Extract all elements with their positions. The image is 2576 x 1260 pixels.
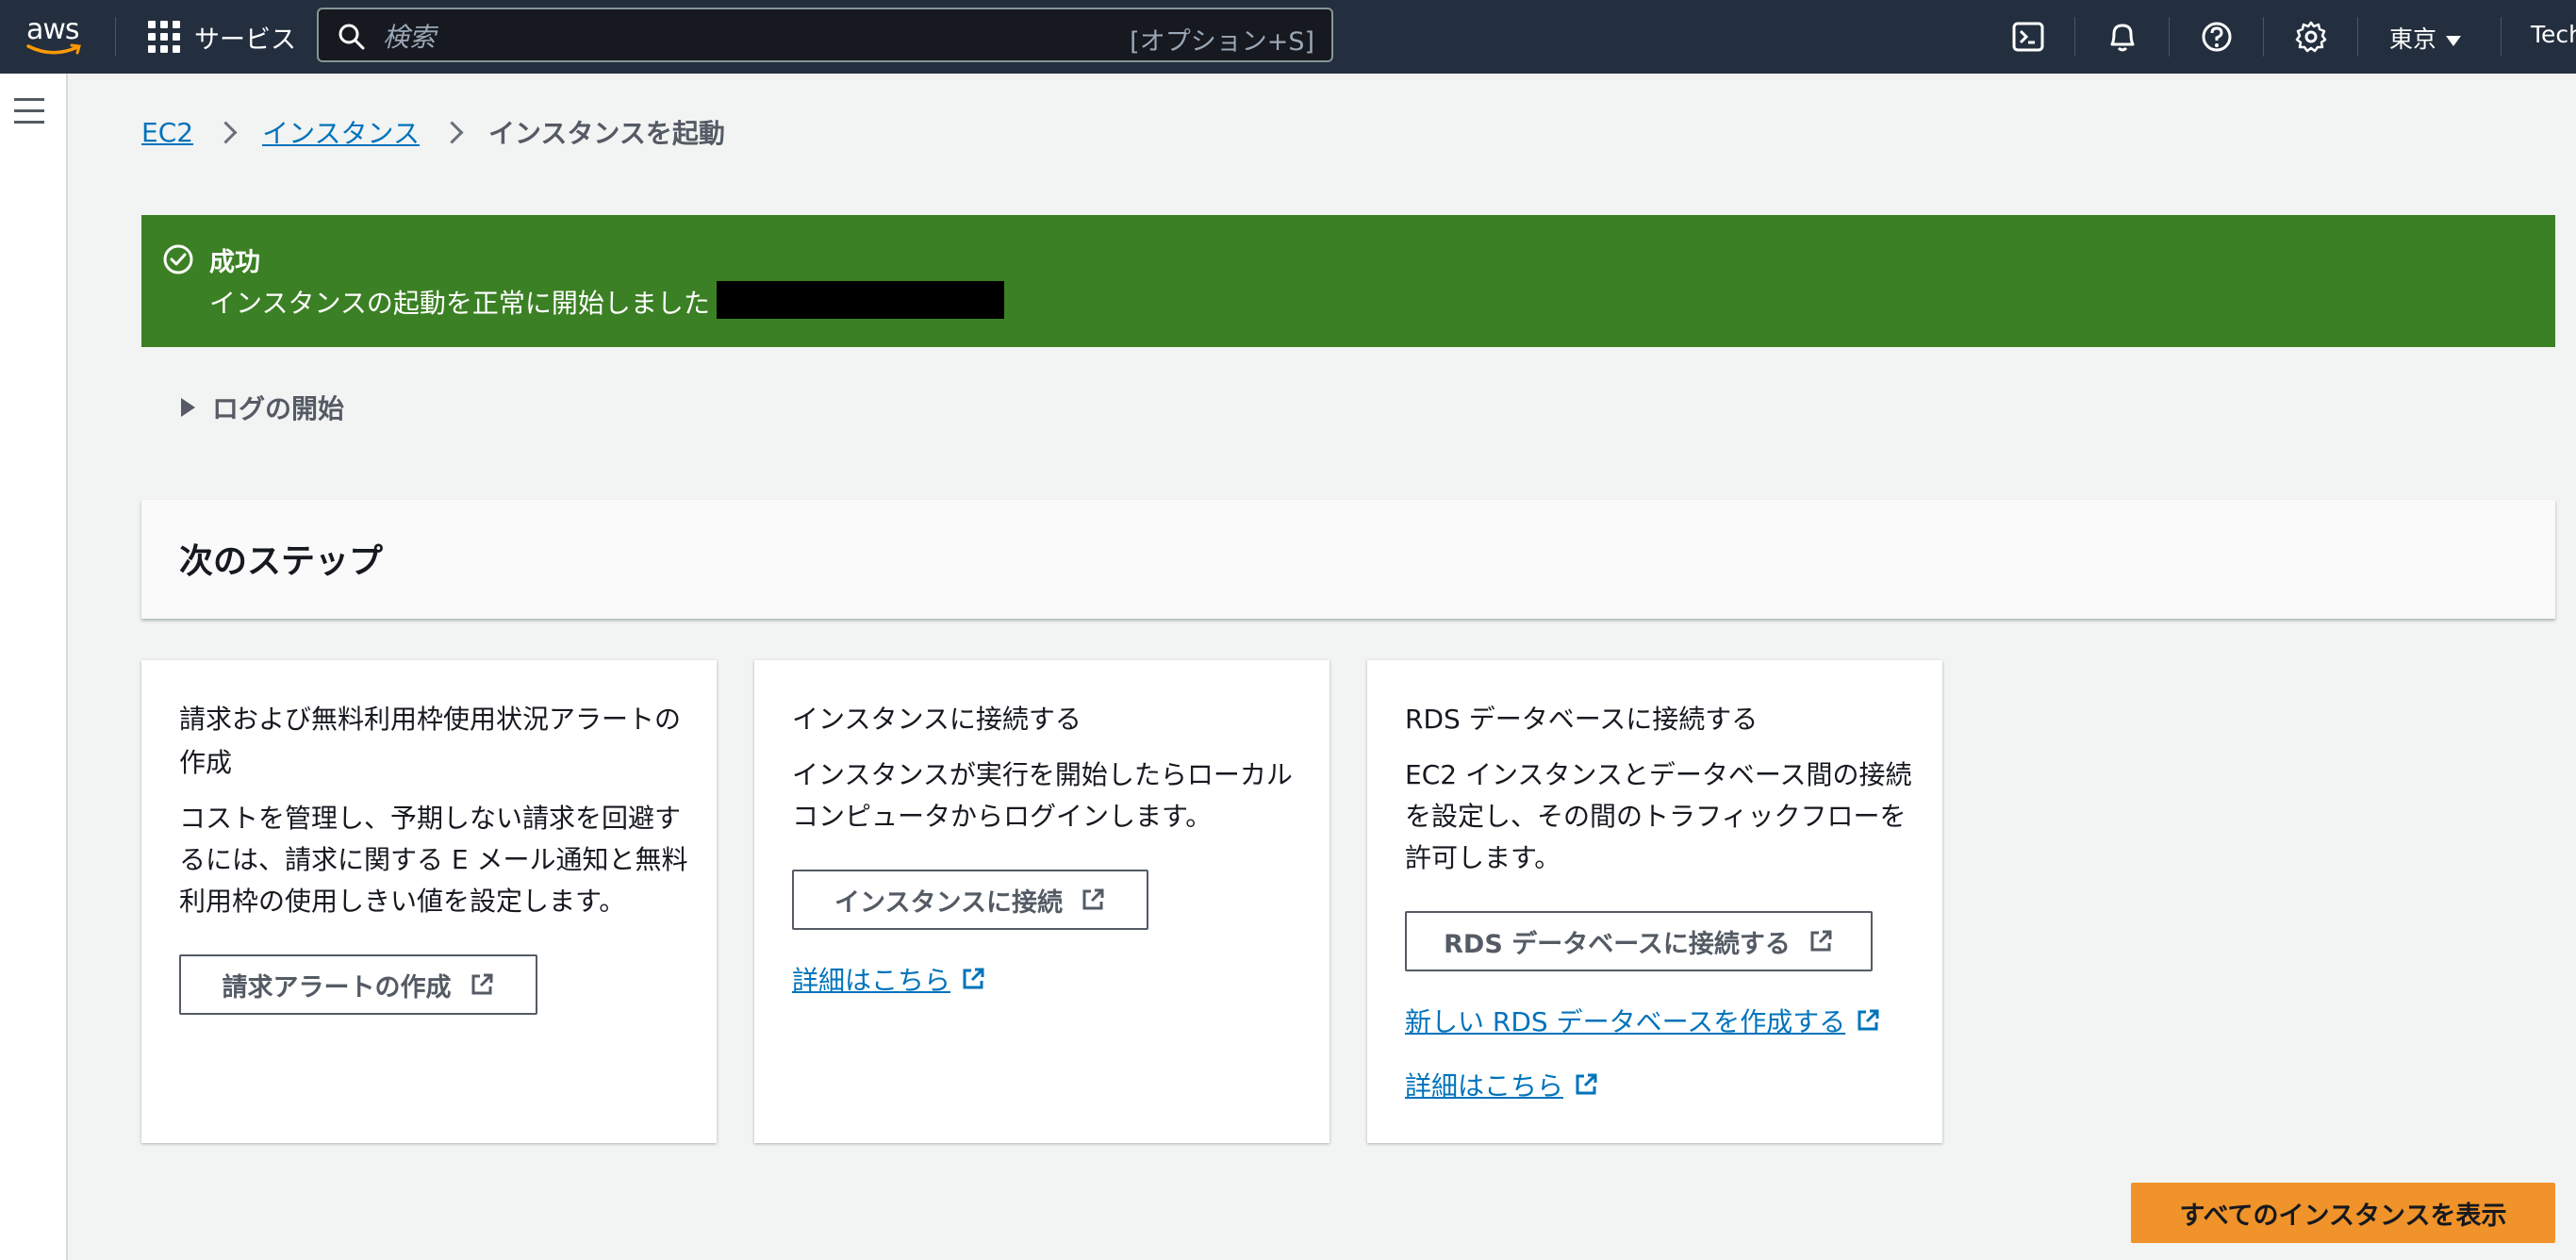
caret-right-icon [181,398,195,417]
breadcrumb-current: インスタンスを起動 [487,118,725,149]
external-link-icon [1858,1009,1879,1031]
create-billing-alert-button[interactable]: 請求アラートの作成 [179,954,537,1015]
services-menu-button[interactable]: サービス [194,19,296,56]
flash-message: インスタンスの起動を正常に開始しました [209,288,710,319]
external-link-icon [1082,888,1104,910]
settings-gear-icon[interactable] [2293,19,2329,55]
connect-instance-card: インスタンスに接続する インスタンスが実行を開始したらローカルコンピュータからロ… [754,660,1329,1143]
next-steps-header: 次のステップ [141,500,2555,619]
create-rds-link[interactable]: 新しい RDS データベースを作成する [1405,1002,1881,1039]
log-expand-toggle[interactable]: ログの開始 [181,389,344,426]
search-input[interactable] [381,17,1139,57]
button-label: 請求アラートの作成 [222,972,452,1003]
nav-divider [2501,17,2502,57]
nav-divider [2169,17,2170,57]
button-label: RDS データベースに接続する [1444,929,1791,959]
next-steps-title: 次のステップ [179,542,384,581]
connect-instance-button[interactable]: インスタンスに接続 [792,870,1148,930]
cloudshell-icon[interactable] [2010,19,2046,55]
services-grid-icon[interactable] [148,21,180,53]
link-label: 新しい RDS データベースを作成する [1405,1006,1846,1037]
card-description: インスタンスが実行を開始したらローカルコンピュータからログインします。 [792,759,1293,832]
breadcrumb: EC2 インスタンス インスタンスを起動 [141,113,725,151]
card-description: EC2 インスタンスとデータベース間の接続を設定し、その間のトラフィックフローを… [1405,759,1912,873]
connect-rds-button[interactable]: RDS データベースに接続する [1405,911,1873,971]
external-link-icon [963,968,984,989]
search-box[interactable]: [オプション+S] [317,8,1333,62]
search-icon [339,24,365,50]
top-navigation: aws サービス [オプション+S] 東京 [0,0,2576,74]
external-link-icon [1576,1073,1597,1095]
billing-alert-card: 請求および無料利用枠使用状況アラートの作成 コストを管理し、予期しない請求を回避… [141,660,717,1143]
link-label: 詳細はこちら [792,965,951,996]
learn-more-link[interactable]: 詳細はこちら [792,960,986,998]
card-title: 請求および無料利用枠使用状況アラートの作成 [179,704,682,778]
learn-more-link[interactable]: 詳細はこちら [1405,1066,1599,1103]
account-menu[interactable]: Tech [2531,21,2576,48]
aws-smile-icon [26,43,81,55]
card-title: RDS データベースに接続する [1405,704,1759,735]
external-link-icon [1810,930,1832,952]
aws-logo[interactable]: aws [26,13,89,57]
caret-down-icon [2446,35,2462,46]
chevron-right-icon [440,120,464,144]
card-title: インスタンスに接続する [792,704,1082,735]
link-label: 詳細はこちら [1405,1070,1564,1102]
aws-logo-text: aws [26,13,80,46]
side-navigation-rail [0,74,68,1260]
external-link-icon [471,973,492,995]
log-toggle-label: ログの開始 [212,393,345,424]
region-label: 東京 [2389,25,2437,53]
card-description: コストを管理し、予期しない請求を回避するには、請求に関する E メール通知と無料… [179,803,688,917]
breadcrumb-ec2-link[interactable]: EC2 [141,117,193,148]
chevron-right-icon [214,120,238,144]
nav-divider [2074,17,2075,57]
nav-divider [2263,17,2264,57]
view-all-instances-button[interactable]: すべてのインスタンスを表示 [2131,1183,2555,1243]
menu-hamburger-icon[interactable] [14,98,44,124]
nav-divider [2357,17,2358,57]
nav-divider [115,17,116,57]
region-selector[interactable]: 東京 [2389,21,2462,55]
search-shortcut-hint: [オプション+S] [1130,27,1314,57]
flash-title: 成功 [209,248,260,277]
notifications-bell-icon[interactable] [2105,19,2140,55]
connect-rds-card: RDS データベースに接続する EC2 インスタンスとデータベース間の接続を設定… [1367,660,1942,1143]
help-icon[interactable] [2199,19,2235,55]
success-flash-banner: 成功 インスタンスの起動を正常に開始しました [141,215,2555,347]
button-label: インスタンスに接続 [834,887,1063,918]
success-check-icon [163,244,193,274]
breadcrumb-instances-link[interactable]: インスタンス [262,113,420,151]
redacted-instance-id [717,281,1004,319]
